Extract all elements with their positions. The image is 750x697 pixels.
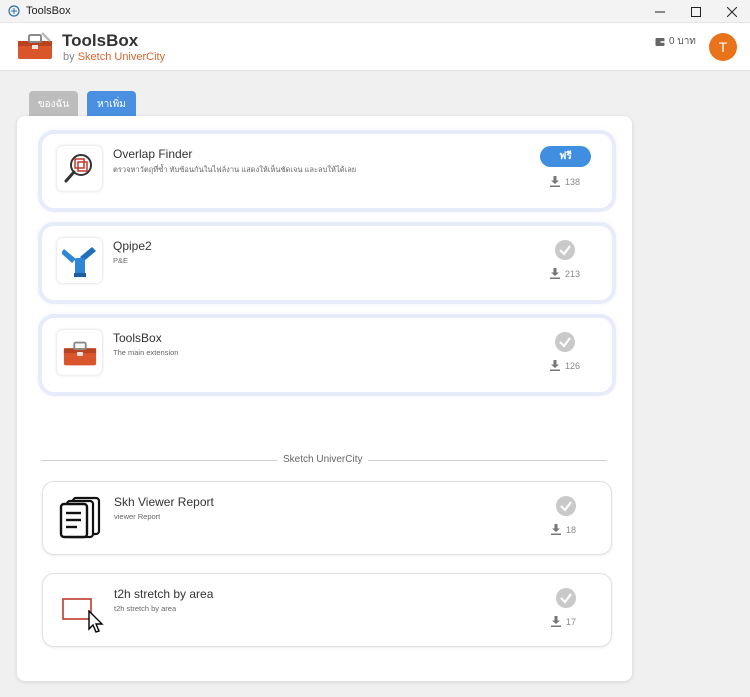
download-icon <box>551 524 561 535</box>
wallet-amount: 0 บาท <box>669 36 696 47</box>
report-documents-icon <box>59 496 100 538</box>
download-count-value: 18 <box>566 524 577 535</box>
extension-card[interactable]: Overlap Finder ตรวจหาวัตถุที่ซ้ำ ทับซ้อน… <box>42 134 612 208</box>
wallet-balance[interactable]: 0 บาท <box>655 34 696 49</box>
download-icon <box>551 616 561 627</box>
download-icon <box>550 176 560 187</box>
maximize-button[interactable] <box>678 0 714 23</box>
wallet-icon <box>655 37 665 46</box>
mouse-cursor-icon <box>88 610 104 633</box>
minimize-icon <box>655 11 665 12</box>
extension-card[interactable]: Qpipe2 P&E 213 <box>42 226 612 300</box>
extension-card[interactable]: Skh Viewer Report viewer Report 18 <box>42 481 612 555</box>
app-small-icon <box>8 5 20 17</box>
download-count-value: 126 <box>565 360 581 371</box>
tab-find-more[interactable]: หาเพิ่ม <box>87 91 136 117</box>
maximize-icon <box>691 6 701 17</box>
subtitle-prefix: by <box>63 51 75 63</box>
download-count: 18 <box>551 524 576 535</box>
installed-check-icon <box>556 588 576 608</box>
extension-icon <box>57 330 102 375</box>
extension-icon <box>57 146 102 191</box>
download-icon <box>550 268 560 279</box>
extension-description: The main extension <box>113 348 179 357</box>
extension-icon <box>57 238 102 283</box>
window-title: ToolsBox <box>26 5 71 17</box>
extension-name: ToolsBox <box>113 331 162 345</box>
close-button[interactable] <box>714 0 750 23</box>
extension-card[interactable]: t2h stretch by area t2h stretch by area … <box>42 573 612 647</box>
download-count: 213 <box>550 268 580 279</box>
installed-check-icon <box>555 332 575 352</box>
close-icon <box>727 6 737 17</box>
extension-name: Overlap Finder <box>113 147 193 161</box>
extension-icon <box>58 494 103 539</box>
app-title: ToolsBox <box>62 31 139 50</box>
download-count: 138 <box>550 176 580 187</box>
section-label: Sketch UniverCity <box>277 454 369 465</box>
app-header: ToolsBox by Sketch UniverCity 0 บาท T <box>0 23 750 71</box>
extension-name: Qpipe2 <box>113 239 152 253</box>
get-free-button[interactable]: ฟรี <box>540 146 591 167</box>
download-count-value: 138 <box>565 176 581 187</box>
extension-card[interactable]: ToolsBox The main extension 126 <box>42 318 612 392</box>
extension-description: P&E <box>113 256 129 265</box>
extension-description: ตรวจหาวัตถุที่ซ้ำ ทับซ้อนกันในไฟล์งาน แส… <box>113 165 357 174</box>
extension-name: t2h stretch by area <box>114 587 214 601</box>
toolbox-icon <box>63 341 96 365</box>
pipe-fitting-icon <box>61 246 96 277</box>
download-count: 126 <box>550 360 580 371</box>
window-controls <box>642 0 750 23</box>
overlap-finder-icon <box>64 153 92 182</box>
download-count-value: 213 <box>565 268 581 279</box>
extension-description: t2h stretch by area <box>114 604 177 613</box>
subtitle-brand-link[interactable]: Sketch UniverCity <box>78 51 165 63</box>
window-titlebar: ToolsBox <box>0 0 750 23</box>
download-icon <box>550 360 560 371</box>
download-count: 17 <box>551 616 576 627</box>
avatar[interactable]: T <box>709 33 737 61</box>
app-subtitle: by Sketch UniverCity <box>63 51 165 63</box>
toolbox-logo-icon <box>18 32 52 59</box>
download-count-value: 17 <box>566 616 577 627</box>
installed-check-icon <box>555 240 575 260</box>
extension-name: Skh Viewer Report <box>114 495 214 509</box>
installed-check-icon <box>556 496 576 516</box>
extension-description: viewer Report <box>114 512 161 521</box>
tab-mine[interactable]: ของฉัน <box>29 91 78 117</box>
minimize-button[interactable] <box>642 0 678 23</box>
